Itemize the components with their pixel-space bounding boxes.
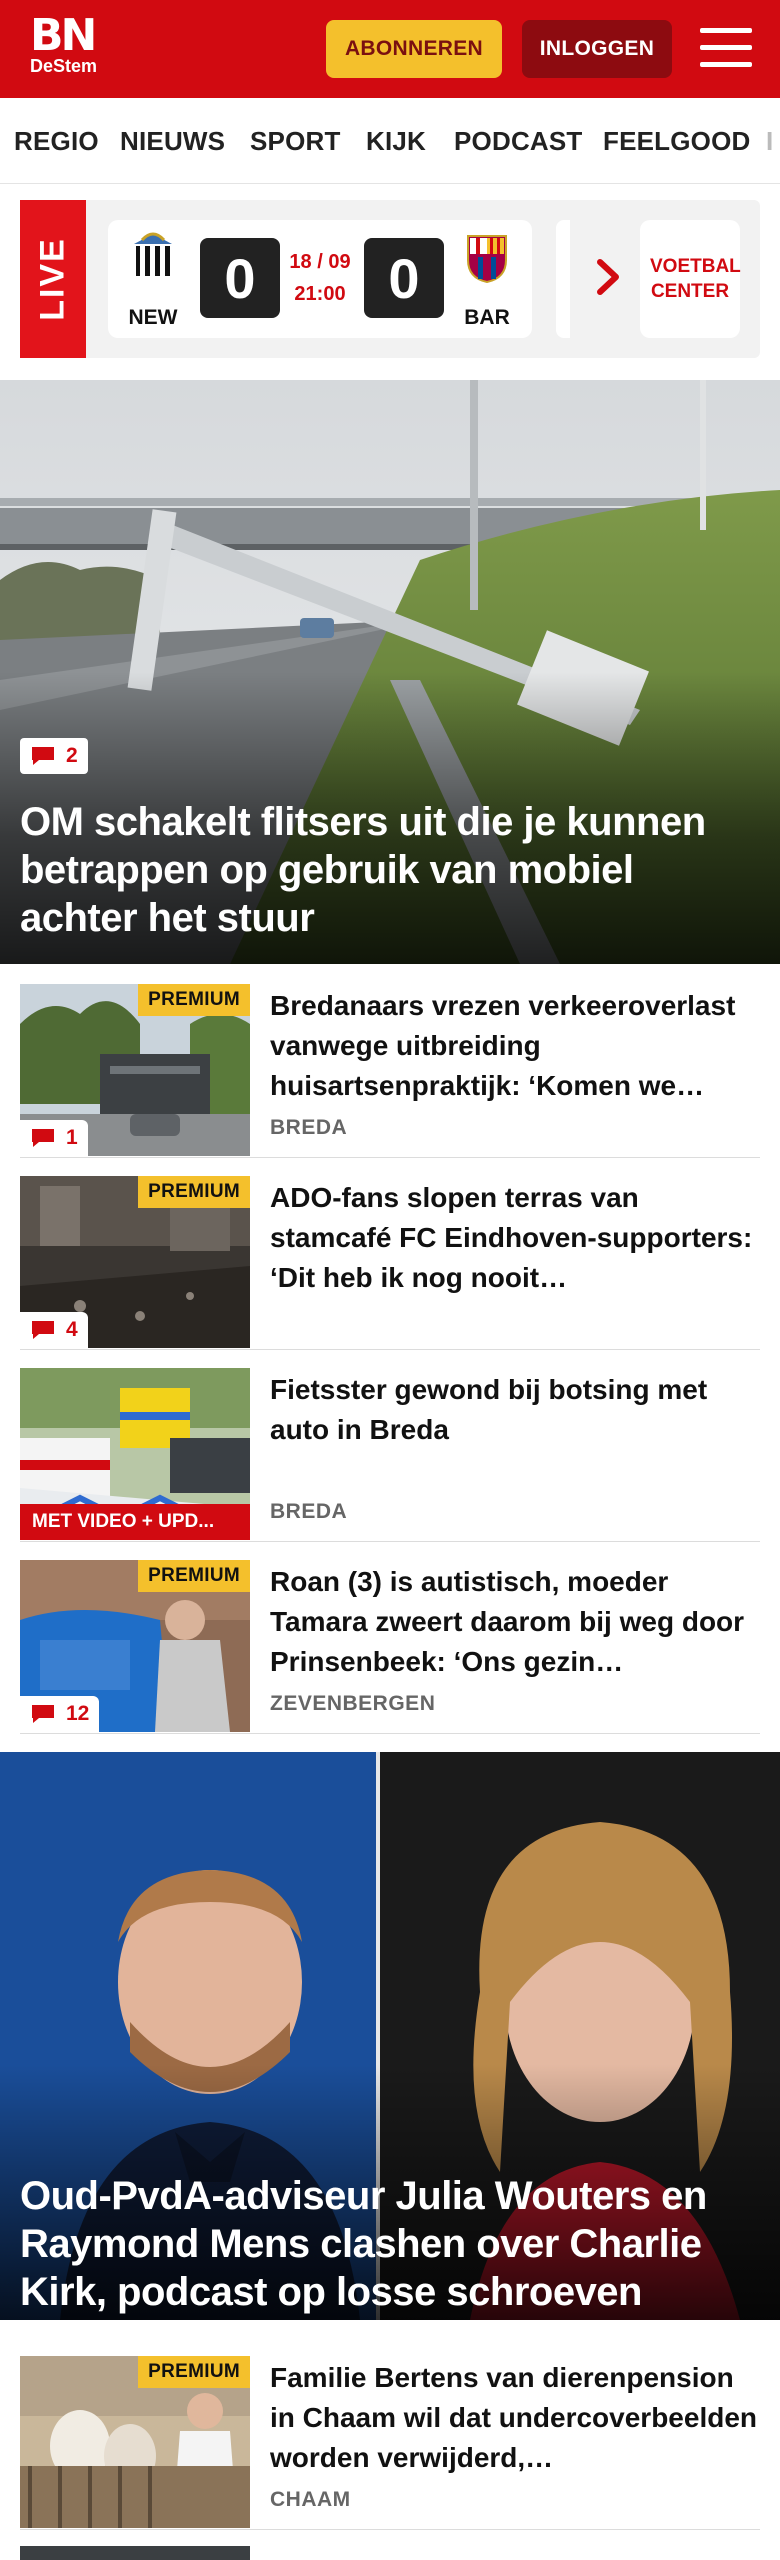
article-item[interactable]: PREMIUM 4 ADO-fans slopen terras van sta…: [20, 1156, 760, 1350]
logo-sub: DeStem: [30, 56, 98, 76]
article-thumbnail: PREMIUM: [20, 2356, 250, 2528]
comment-count: 4: [66, 1318, 78, 1341]
nav-item-regio[interactable]: REGIO: [14, 126, 99, 157]
article-title[interactable]: Roan (3) is autistisch, moeder Tamara zw…: [270, 1562, 760, 1682]
menu-icon[interactable]: [700, 26, 752, 70]
article-item[interactable]: PREMIUM Familie Bertens van dierenpensi­…: [20, 2336, 760, 2530]
article-title[interactable]: Fietsster gewond bij botsing met auto in…: [270, 1370, 760, 1450]
comment-count: 12: [66, 1702, 90, 1725]
premium-badge: PREMIUM: [138, 1176, 250, 1208]
article-item[interactable]: PREMIUM 1 Bredanaars vrezen verkeerover­…: [20, 964, 760, 1158]
voetbal-center-link[interactable]: VOETBAL CENTER: [640, 220, 741, 338]
hero-comment-count: 2: [66, 744, 78, 767]
newcastle-crest-icon: [134, 232, 172, 276]
away-team-label: BAR: [464, 306, 510, 329]
article-thumbnail: PREMIUM 12: [20, 1560, 250, 1732]
article-thumbnail: MET VIDEO + UPD...: [20, 1368, 250, 1540]
comment-icon: [32, 747, 54, 765]
barcelona-crest-icon: [467, 235, 507, 284]
voetbal-center-label: VOETBAL CENTER: [650, 256, 741, 302]
comments-badge[interactable]: 12: [20, 1696, 100, 1732]
comment-icon: [32, 1129, 54, 1147]
nav-item-feelgood[interactable]: FEELGOOD: [603, 126, 751, 157]
comments-badge[interactable]: 4: [20, 1312, 88, 1348]
match-time: 21:00: [294, 283, 346, 305]
live-label: LIVE: [33, 237, 72, 321]
comment-icon: [32, 1705, 54, 1723]
article-location: BREDA: [270, 1500, 348, 1523]
live-scores-bar: LIVE NEW 0 18 / 09 21:00 0 BAR VOETBAL C…: [20, 200, 760, 358]
article-thumbnail: PREMIUM 1: [20, 984, 250, 1156]
live-tag: LIVE: [20, 200, 86, 358]
nav-item-sport[interactable]: SPORT: [250, 126, 341, 157]
nav-item-overflow[interactable]: I: [766, 126, 773, 157]
article-title[interactable]: Familie Bertens van dierenpensi­on in Ch…: [270, 2358, 760, 2478]
next-article-thumbnail-peek: [20, 2546, 250, 2560]
home-team-label: NEW: [128, 306, 178, 329]
article-title[interactable]: Bredanaars vrezen verkeerover­last vanwe…: [270, 986, 760, 1106]
premium-badge: PREMIUM: [138, 2356, 250, 2388]
home-score: 0: [200, 238, 280, 318]
video-update-badge: MET VIDEO + UPD...: [20, 1504, 250, 1540]
comment-icon: [32, 1321, 54, 1339]
article-item[interactable]: PREMIUM 12 Roan (3) is autistisch, moede…: [20, 1540, 760, 1734]
article-title[interactable]: ADO-fans slopen terras van stamcafé FC E…: [270, 1178, 760, 1298]
subscribe-button[interactable]: ABONNEREN: [326, 20, 502, 78]
away-score: 0: [364, 238, 444, 318]
hero-title[interactable]: OM schakelt flitsers uit die je kunnen b…: [20, 798, 760, 942]
article-location: BREDA: [270, 1116, 348, 1139]
nav-item-podcast[interactable]: PODCAST: [454, 126, 583, 157]
match-date: 18 / 09: [289, 251, 351, 273]
main-nav: REGIO NIEUWS SPORT KIJK PODCAST FEELGOOD…: [0, 98, 780, 184]
article-location: ZEVENBERGEN: [270, 1692, 436, 1715]
next-match-peek[interactable]: [556, 220, 570, 338]
article-item[interactable]: MET VIDEO + UPD... Fietsster gewond bij …: [20, 1348, 760, 1542]
premium-badge: PREMIUM: [138, 984, 250, 1016]
hero-article[interactable]: 2 OM schakelt flitsers uit die je kunnen…: [0, 380, 780, 964]
login-button[interactable]: INLOGGEN: [522, 20, 672, 78]
logo-main: BN: [30, 10, 97, 61]
comment-count: 1: [66, 1126, 78, 1149]
site-logo[interactable]: BN DeStem: [30, 10, 98, 77]
article-thumbnail: PREMIUM 4: [20, 1176, 250, 1348]
match-card[interactable]: NEW 0 18 / 09 21:00 0 BAR: [108, 220, 532, 338]
chevron-right-icon[interactable]: [588, 252, 628, 302]
featured-article[interactable]: Oud-PvdA-adviseur Julia Wouters en Raymo…: [0, 1752, 780, 2320]
hero-comments-badge[interactable]: 2: [20, 738, 88, 774]
match-datetime: 18 / 09 21:00: [282, 246, 358, 310]
comments-badge[interactable]: 1: [20, 1120, 88, 1156]
featured-title[interactable]: Oud-PvdA-adviseur Julia Wouters en Raymo…: [20, 2172, 760, 2316]
nav-item-kijk[interactable]: KIJK: [366, 126, 426, 157]
premium-badge: PREMIUM: [138, 1560, 250, 1592]
site-header: BN DeStem ABONNEREN INLOGGEN: [0, 0, 780, 98]
article-location: CHAAM: [270, 2488, 351, 2511]
nav-item-nieuws[interactable]: NIEUWS: [120, 126, 225, 157]
